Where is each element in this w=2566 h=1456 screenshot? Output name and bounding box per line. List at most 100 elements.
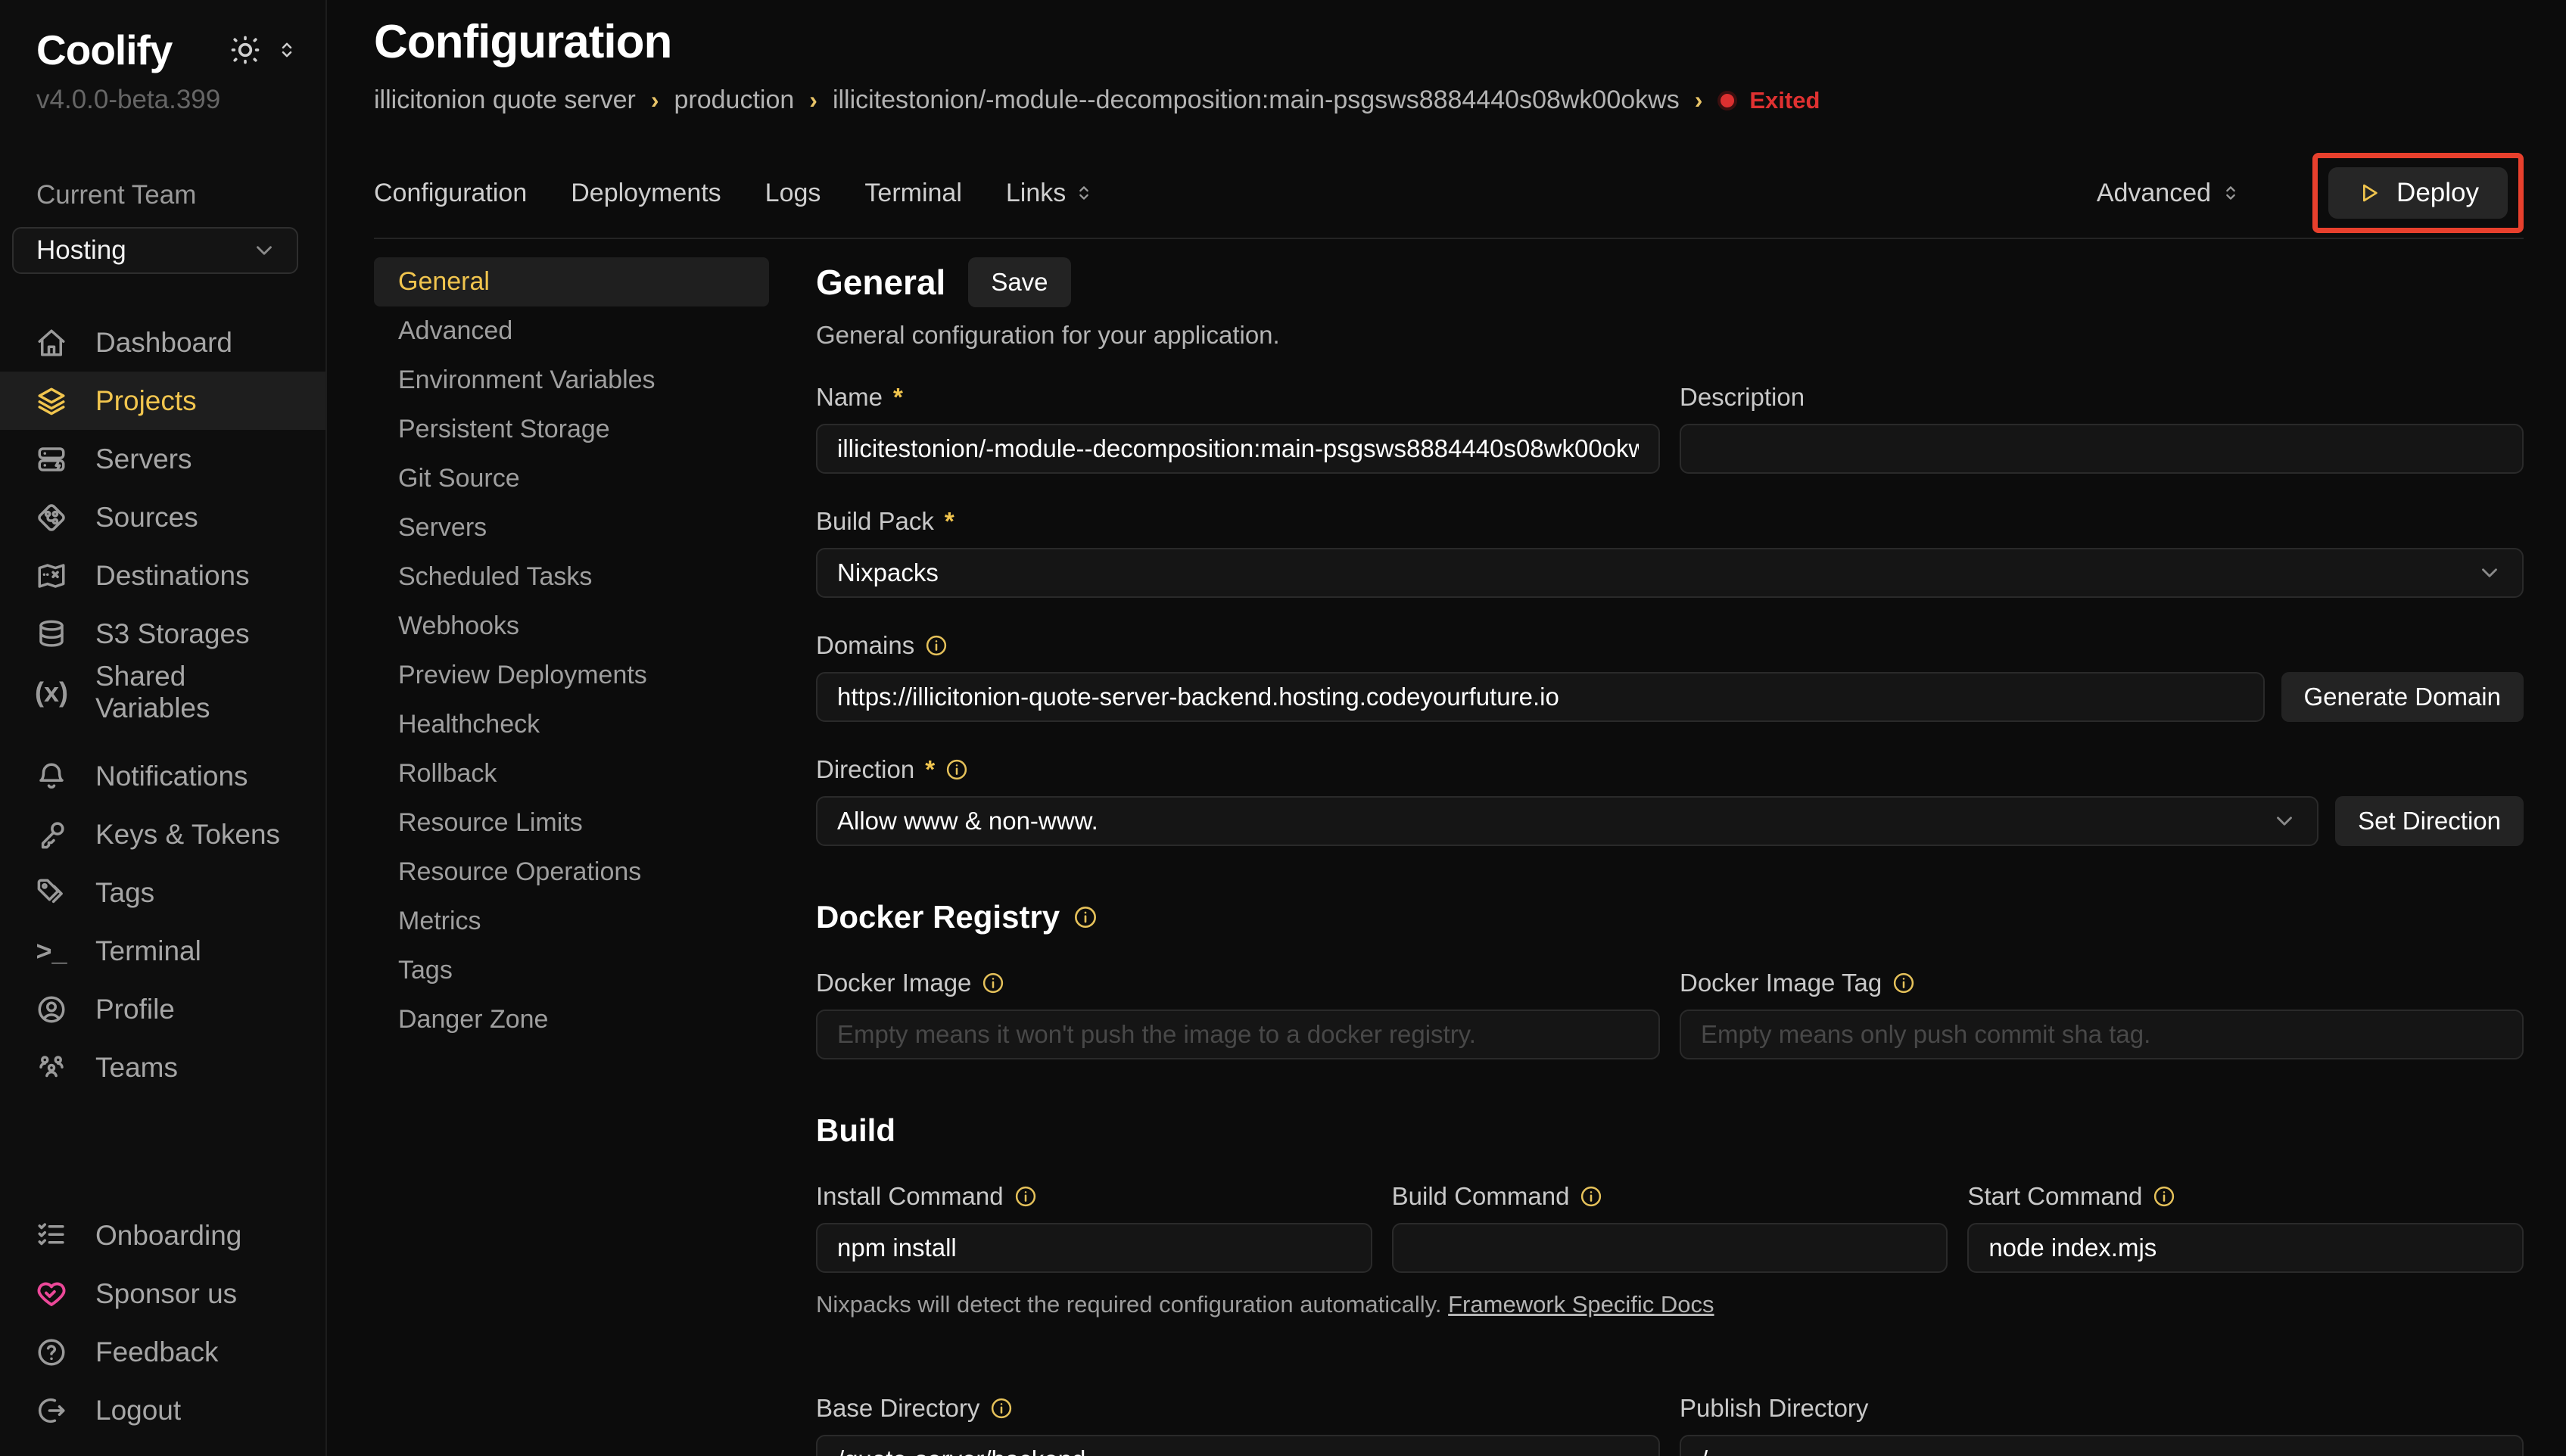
sidebar-item-teams[interactable]: Teams <box>0 1038 325 1097</box>
info-icon[interactable] <box>1892 972 1915 994</box>
sidebar-item-sponsor-us[interactable]: Sponsor us <box>0 1265 325 1323</box>
breadcrumb-project[interactable]: illicitonion quote server <box>374 86 636 115</box>
sidebar-item-keys-tokens[interactable]: Keys & Tokens <box>0 805 325 863</box>
section-subtitle: General configuration for your applicati… <box>816 321 2524 350</box>
info-icon[interactable] <box>982 972 1004 994</box>
subnav-item-scheduled-tasks[interactable]: Scheduled Tasks <box>374 552 769 602</box>
direction-label: Direction* <box>816 755 2524 784</box>
subnav-item-metrics[interactable]: Metrics <box>374 897 769 946</box>
base-directory-input[interactable] <box>816 1435 1660 1456</box>
nixpacks-note: Nixpacks will detect the required config… <box>816 1291 2524 1318</box>
info-icon[interactable] <box>1014 1185 1037 1208</box>
start-command-label: Start Command <box>1967 1182 2524 1211</box>
build-pack-select[interactable]: Nixpacks <box>816 548 2524 598</box>
subnav-item-webhooks[interactable]: Webhooks <box>374 602 769 651</box>
name-input[interactable] <box>816 424 1660 474</box>
subnav-item-rollback[interactable]: Rollback <box>374 749 769 798</box>
theme-sun-icon[interactable] <box>229 33 262 67</box>
server-icon <box>35 443 68 476</box>
subnav-item-danger-zone[interactable]: Danger Zone <box>374 995 769 1044</box>
sidebar-item-destinations[interactable]: Destinations <box>0 546 325 605</box>
required-asterisk: * <box>945 507 954 536</box>
install-command-label: Install Command <box>816 1182 1372 1211</box>
tab-logs[interactable]: Logs <box>765 179 821 208</box>
sidebar-item-label: Dashboard <box>95 327 232 359</box>
sidebar-item-profile[interactable]: Profile <box>0 980 325 1038</box>
sidebar-item-dashboard[interactable]: Dashboard <box>0 313 325 372</box>
subnav-item-advanced[interactable]: Advanced <box>374 306 769 356</box>
docker-image-input[interactable] <box>816 1010 1660 1059</box>
sidebar-item-s3-storages[interactable]: S3 Storages <box>0 605 325 663</box>
sidebar-item-label: Teams <box>95 1052 178 1084</box>
direction-select[interactable]: Allow www & non-www. <box>816 796 2318 846</box>
save-button[interactable]: Save <box>968 257 1070 307</box>
general-form: General Save General configuration for y… <box>816 257 2524 1456</box>
status-badge: Exited <box>1717 87 1820 114</box>
build-pack-value: Nixpacks <box>837 558 939 587</box>
set-direction-button[interactable]: Set Direction <box>2335 796 2524 846</box>
tab-terminal[interactable]: Terminal <box>864 179 961 208</box>
sidebar-item-notifications[interactable]: Notifications <box>0 747 325 805</box>
app-logo: Coolify <box>36 26 172 74</box>
build-command-input[interactable] <box>1392 1223 1948 1273</box>
breadcrumb-environment[interactable]: production <box>674 86 795 115</box>
variable-icon: (x) <box>35 676 68 709</box>
sidebar-item-projects[interactable]: Projects <box>0 372 325 430</box>
team-select[interactable]: Hosting <box>12 227 298 274</box>
name-label: Name* <box>816 383 1660 412</box>
info-icon[interactable] <box>1073 905 1098 929</box>
sidebar-item-label: Logout <box>95 1395 181 1426</box>
info-icon[interactable] <box>945 758 968 781</box>
chevron-right-icon: › <box>809 86 817 114</box>
subnav-item-resource-operations[interactable]: Resource Operations <box>374 848 769 897</box>
subnav-item-resource-limits[interactable]: Resource Limits <box>374 798 769 848</box>
install-command-input[interactable] <box>816 1223 1372 1273</box>
subnav-item-servers[interactable]: Servers <box>374 503 769 552</box>
help-circle-icon <box>35 1336 68 1369</box>
start-command-input[interactable] <box>1967 1223 2524 1273</box>
user-circle-icon <box>35 993 68 1026</box>
sidebar-item-tags[interactable]: Tags <box>0 863 325 922</box>
domains-input[interactable] <box>816 672 2265 722</box>
logout-icon <box>35 1394 68 1427</box>
framework-docs-link[interactable]: Framework Specific Docs <box>1448 1291 1714 1318</box>
description-input[interactable] <box>1680 424 2524 474</box>
subnav-item-tags[interactable]: Tags <box>374 946 769 995</box>
subnav-item-persistent-storage[interactable]: Persistent Storage <box>374 405 769 454</box>
advanced-dropdown[interactable]: Advanced <box>2097 179 2241 208</box>
tab-links[interactable]: Links <box>1006 179 1095 208</box>
sidebar-item-servers[interactable]: Servers <box>0 430 325 488</box>
team-select-value: Hosting <box>36 235 126 266</box>
required-asterisk: * <box>925 755 935 784</box>
sidebar-item-onboarding[interactable]: Onboarding <box>0 1206 325 1265</box>
docker-image-tag-input[interactable] <box>1680 1010 2524 1059</box>
chevrons-up-down-icon <box>1073 182 1095 204</box>
subnav-item-environment-variables[interactable]: Environment Variables <box>374 356 769 405</box>
info-icon[interactable] <box>990 1397 1013 1420</box>
sidebar-item-terminal[interactable]: >_ Terminal <box>0 922 325 980</box>
info-icon[interactable] <box>2153 1185 2175 1208</box>
tab-configuration[interactable]: Configuration <box>374 179 527 208</box>
theme-chevrons-icon[interactable] <box>276 39 298 61</box>
generate-domain-button[interactable]: Generate Domain <box>2281 672 2524 722</box>
tab-deployments[interactable]: Deployments <box>571 179 721 208</box>
info-icon[interactable] <box>1580 1185 1602 1208</box>
deploy-button[interactable]: Deploy <box>2328 167 2508 219</box>
sidebar-item-label: Tags <box>95 877 154 909</box>
bell-icon <box>35 760 68 793</box>
subnav-item-git-source[interactable]: Git Source <box>374 454 769 503</box>
subnav-item-preview-deployments[interactable]: Preview Deployments <box>374 651 769 700</box>
subnav-item-general[interactable]: General <box>374 257 769 306</box>
status-text: Exited <box>1749 87 1820 114</box>
sidebar-item-sources[interactable]: Sources <box>0 488 325 546</box>
publish-directory-input[interactable] <box>1680 1435 2524 1456</box>
subnav-item-healthcheck[interactable]: Healthcheck <box>374 700 769 749</box>
tabbar: Configuration Deployments Logs Terminal … <box>374 148 2524 239</box>
sidebar-item-feedback[interactable]: Feedback <box>0 1323 325 1381</box>
chevron-down-icon <box>2272 808 2297 834</box>
sidebar-item-shared-variables[interactable]: (x) Shared Variables <box>0 663 325 721</box>
breadcrumb-application[interactable]: illicitestonion/-module--decomposition:m… <box>833 86 1680 115</box>
info-icon[interactable] <box>925 634 948 657</box>
config-subnav: General Advanced Environment Variables P… <box>374 257 769 1456</box>
sidebar-item-logout[interactable]: Logout <box>0 1381 325 1439</box>
